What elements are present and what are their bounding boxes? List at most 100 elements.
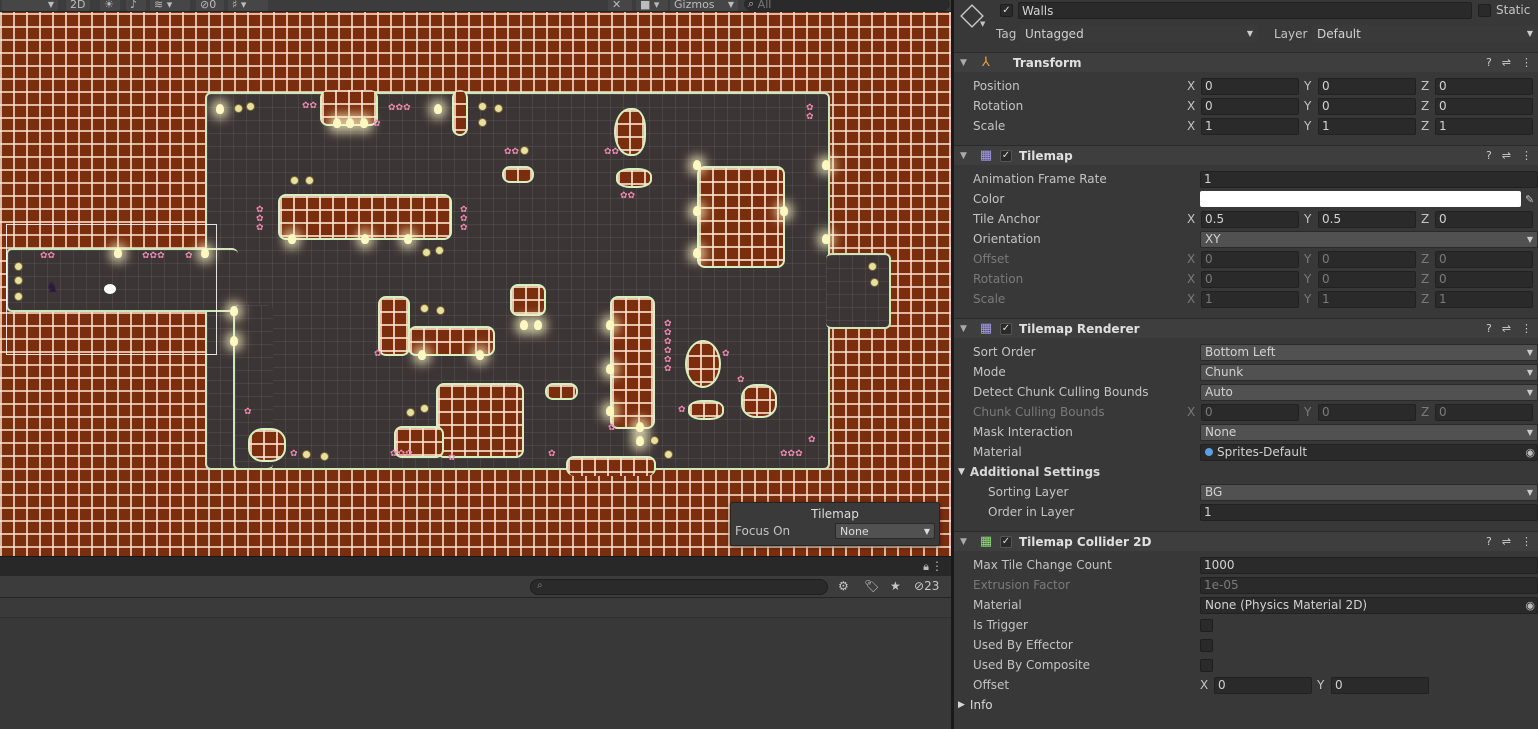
color-swatch[interactable] bbox=[1200, 191, 1521, 207]
chevron-down-icon: ▼ bbox=[1526, 427, 1533, 437]
favorite-star-icon[interactable]: ★ bbox=[890, 579, 901, 593]
help-icon[interactable]: ? bbox=[1486, 322, 1492, 335]
flower-decoration: ✿ ✿ ✿ ✿ ✿ ✿ bbox=[664, 319, 672, 374]
sorting-layer-dropdown[interactable]: BG ▼ bbox=[1200, 483, 1538, 501]
collider-offset-x-field[interactable]: 0 bbox=[1214, 676, 1312, 694]
tilemap-rotation-row: Rotation X0 Y0 Z0 bbox=[973, 269, 1538, 289]
flower-decoration: ✿✿✿ bbox=[388, 103, 411, 113]
gizmos-dropdown[interactable]: Gizmos ▼ bbox=[670, 0, 738, 11]
mode-dropdown[interactable]: Chunk ▼ bbox=[1200, 363, 1538, 381]
torch-light bbox=[636, 436, 644, 446]
info-foldout[interactable]: ▶ Info bbox=[958, 695, 993, 715]
tilemap-header[interactable]: ▼ ▦ ✓ Tilemap ? ⇌ ⋮ bbox=[954, 145, 1538, 165]
used-by-composite-checkbox[interactable] bbox=[1200, 658, 1213, 672]
tilemap-overlay-title: Tilemap bbox=[811, 507, 859, 521]
hidden-count-toggle[interactable]: ⊘23 bbox=[914, 579, 939, 593]
layer-dropdown[interactable]: Default ▼ bbox=[1312, 25, 1538, 42]
focus-on-dropdown[interactable]: None ▼ bbox=[835, 523, 935, 539]
pot-decoration bbox=[478, 118, 487, 127]
rotation-z-field[interactable]: 0 bbox=[1435, 97, 1533, 115]
torch-light bbox=[288, 234, 296, 244]
more-options-icon[interactable]: ⋮ bbox=[1521, 535, 1532, 548]
draw-mode-dropdown[interactable]: ▼ bbox=[2, 0, 58, 11]
preset-icon[interactable]: ⇌ bbox=[1502, 322, 1511, 335]
position-x-field[interactable]: 0 bbox=[1201, 77, 1299, 95]
tilemap-collider-header[interactable]: ▼ ▦ ✓ Tilemap Collider 2D ? ⇌ ⋮ bbox=[954, 531, 1538, 551]
collider-offset-y-field[interactable]: 0 bbox=[1331, 676, 1429, 694]
more-options-icon[interactable]: ⋮ bbox=[1521, 322, 1532, 335]
tag-dropdown[interactable]: Untagged ▼ bbox=[1020, 25, 1258, 42]
console-search-input[interactable]: ⌕ bbox=[530, 579, 828, 595]
toggle-2d-button[interactable]: 2D bbox=[66, 0, 90, 11]
tools-icon[interactable]: ✕ bbox=[608, 0, 632, 11]
position-z-field[interactable]: 0 bbox=[1435, 77, 1533, 95]
tilemap-enabled-checkbox[interactable]: ✓ bbox=[1000, 149, 1012, 162]
animation-frame-rate-field[interactable]: 1 bbox=[1200, 170, 1538, 188]
used-by-effector-checkbox[interactable] bbox=[1200, 638, 1213, 652]
flower-decoration: ✿✿ bbox=[504, 147, 520, 157]
additional-settings-foldout[interactable]: ▼ Additional Settings bbox=[958, 462, 1100, 482]
more-options-icon[interactable]: ⋮ bbox=[1521, 149, 1532, 162]
torch-light bbox=[434, 104, 442, 114]
order-in-layer-field[interactable]: 1 bbox=[1200, 503, 1538, 521]
help-icon[interactable]: ? bbox=[1486, 149, 1492, 162]
hidden-objects-toggle[interactable]: ⊘ 0 bbox=[196, 0, 224, 11]
more-options-icon[interactable]: ⋮ bbox=[931, 559, 943, 573]
renderer-material-field[interactable]: Sprites-Default ◉ bbox=[1200, 443, 1538, 461]
object-name-field[interactable]: Walls bbox=[1018, 2, 1472, 19]
tile-anchor-x-field[interactable]: 0.5 bbox=[1201, 210, 1299, 228]
detect-chunk-culling-dropdown[interactable]: Auto ▼ bbox=[1200, 383, 1538, 401]
help-icon[interactable]: ? bbox=[1486, 56, 1492, 69]
is-trigger-checkbox[interactable] bbox=[1200, 618, 1213, 632]
scale-y-field[interactable]: 1 bbox=[1318, 117, 1416, 135]
wall-block bbox=[545, 383, 578, 400]
more-options-icon[interactable]: ⋮ bbox=[1521, 56, 1532, 69]
rotation-y-field[interactable]: 0 bbox=[1318, 97, 1416, 115]
renderer-enabled-checkbox[interactable]: ✓ bbox=[1000, 322, 1012, 335]
filter-by-type-icon[interactable]: ⚙ bbox=[838, 579, 849, 593]
grid-snap-toggle[interactable]: ♯ ▾ bbox=[228, 0, 268, 11]
collider-material-field[interactable]: None (Physics Material 2D) ◉ bbox=[1200, 596, 1538, 614]
chevron-down-icon: ▼ bbox=[1526, 234, 1533, 244]
order-in-layer-row: Order in Layer 1 bbox=[988, 502, 1538, 522]
sort-order-dropdown[interactable]: Bottom Left ▼ bbox=[1200, 343, 1538, 361]
effects-toggle-icon[interactable]: ≋ ▾ bbox=[150, 0, 190, 11]
chevron-down-icon[interactable]: ▼ bbox=[980, 20, 985, 28]
help-icon[interactable]: ? bbox=[1486, 535, 1492, 548]
preset-icon[interactable]: ⇌ bbox=[1502, 149, 1511, 162]
tile-anchor-z-field[interactable]: 0 bbox=[1435, 210, 1533, 228]
scale-z-field[interactable]: 1 bbox=[1435, 117, 1533, 135]
tile-anchor-y-field[interactable]: 0.5 bbox=[1318, 210, 1416, 228]
torch-light bbox=[230, 306, 238, 316]
position-y-field[interactable]: 0 bbox=[1318, 77, 1416, 95]
max-tile-change-field[interactable]: 1000 bbox=[1200, 556, 1538, 574]
chunk-bounds-x-field: 0 bbox=[1201, 403, 1299, 421]
mask-interaction-dropdown[interactable]: None ▼ bbox=[1200, 423, 1538, 441]
tilemap-renderer-icon: ▦ bbox=[979, 321, 993, 336]
pot-decoration bbox=[870, 278, 879, 287]
orientation-dropdown[interactable]: XY ▼ bbox=[1200, 230, 1538, 248]
search-icon: ⌕ bbox=[748, 0, 755, 10]
flower-decoration: ✿ bbox=[722, 349, 730, 359]
rotation-x-field[interactable]: 0 bbox=[1201, 97, 1299, 115]
object-picker-icon[interactable]: ◉ bbox=[1525, 446, 1535, 459]
camera-dropdown[interactable]: ■ ▾ bbox=[636, 0, 668, 11]
static-checkbox[interactable] bbox=[1478, 4, 1491, 17]
filter-by-label-icon[interactable]: 🏷︎ bbox=[864, 579, 879, 593]
active-checkbox[interactable]: ✓ bbox=[1000, 4, 1013, 17]
scale-x-field[interactable]: 1 bbox=[1201, 117, 1299, 135]
transform-header[interactable]: ▼ ⅄ Transform ? ⇌ ⋮ bbox=[954, 52, 1538, 72]
scene-view[interactable]: ▼ 2D ☀ ♪ ≋ ▾ ⊘ 0 ♯ ▾ ✕ ■ ▾ Gizmos ▼ ⌕ All bbox=[0, 0, 951, 556]
scene-search-input[interactable]: ⌕ All bbox=[744, 0, 950, 11]
preset-icon[interactable]: ⇌ bbox=[1502, 535, 1511, 548]
lock-icon[interactable]: 🔒︎ bbox=[923, 560, 929, 574]
audio-toggle-icon[interactable]: ♪ bbox=[126, 0, 146, 11]
tilemap-renderer-header[interactable]: ▼ ▦ ✓ Tilemap Renderer ? ⇌ ⋮ bbox=[954, 318, 1538, 338]
object-picker-icon[interactable]: ◉ bbox=[1525, 599, 1535, 612]
eyedropper-icon[interactable]: ✎ bbox=[1525, 193, 1534, 206]
collider-enabled-checkbox[interactable]: ✓ bbox=[1000, 535, 1012, 548]
flower-decoration: ✿ bbox=[290, 449, 298, 459]
preset-icon[interactable]: ⇌ bbox=[1502, 56, 1511, 69]
torch-light bbox=[476, 350, 484, 360]
lighting-toggle-icon[interactable]: ☀ bbox=[100, 0, 120, 11]
